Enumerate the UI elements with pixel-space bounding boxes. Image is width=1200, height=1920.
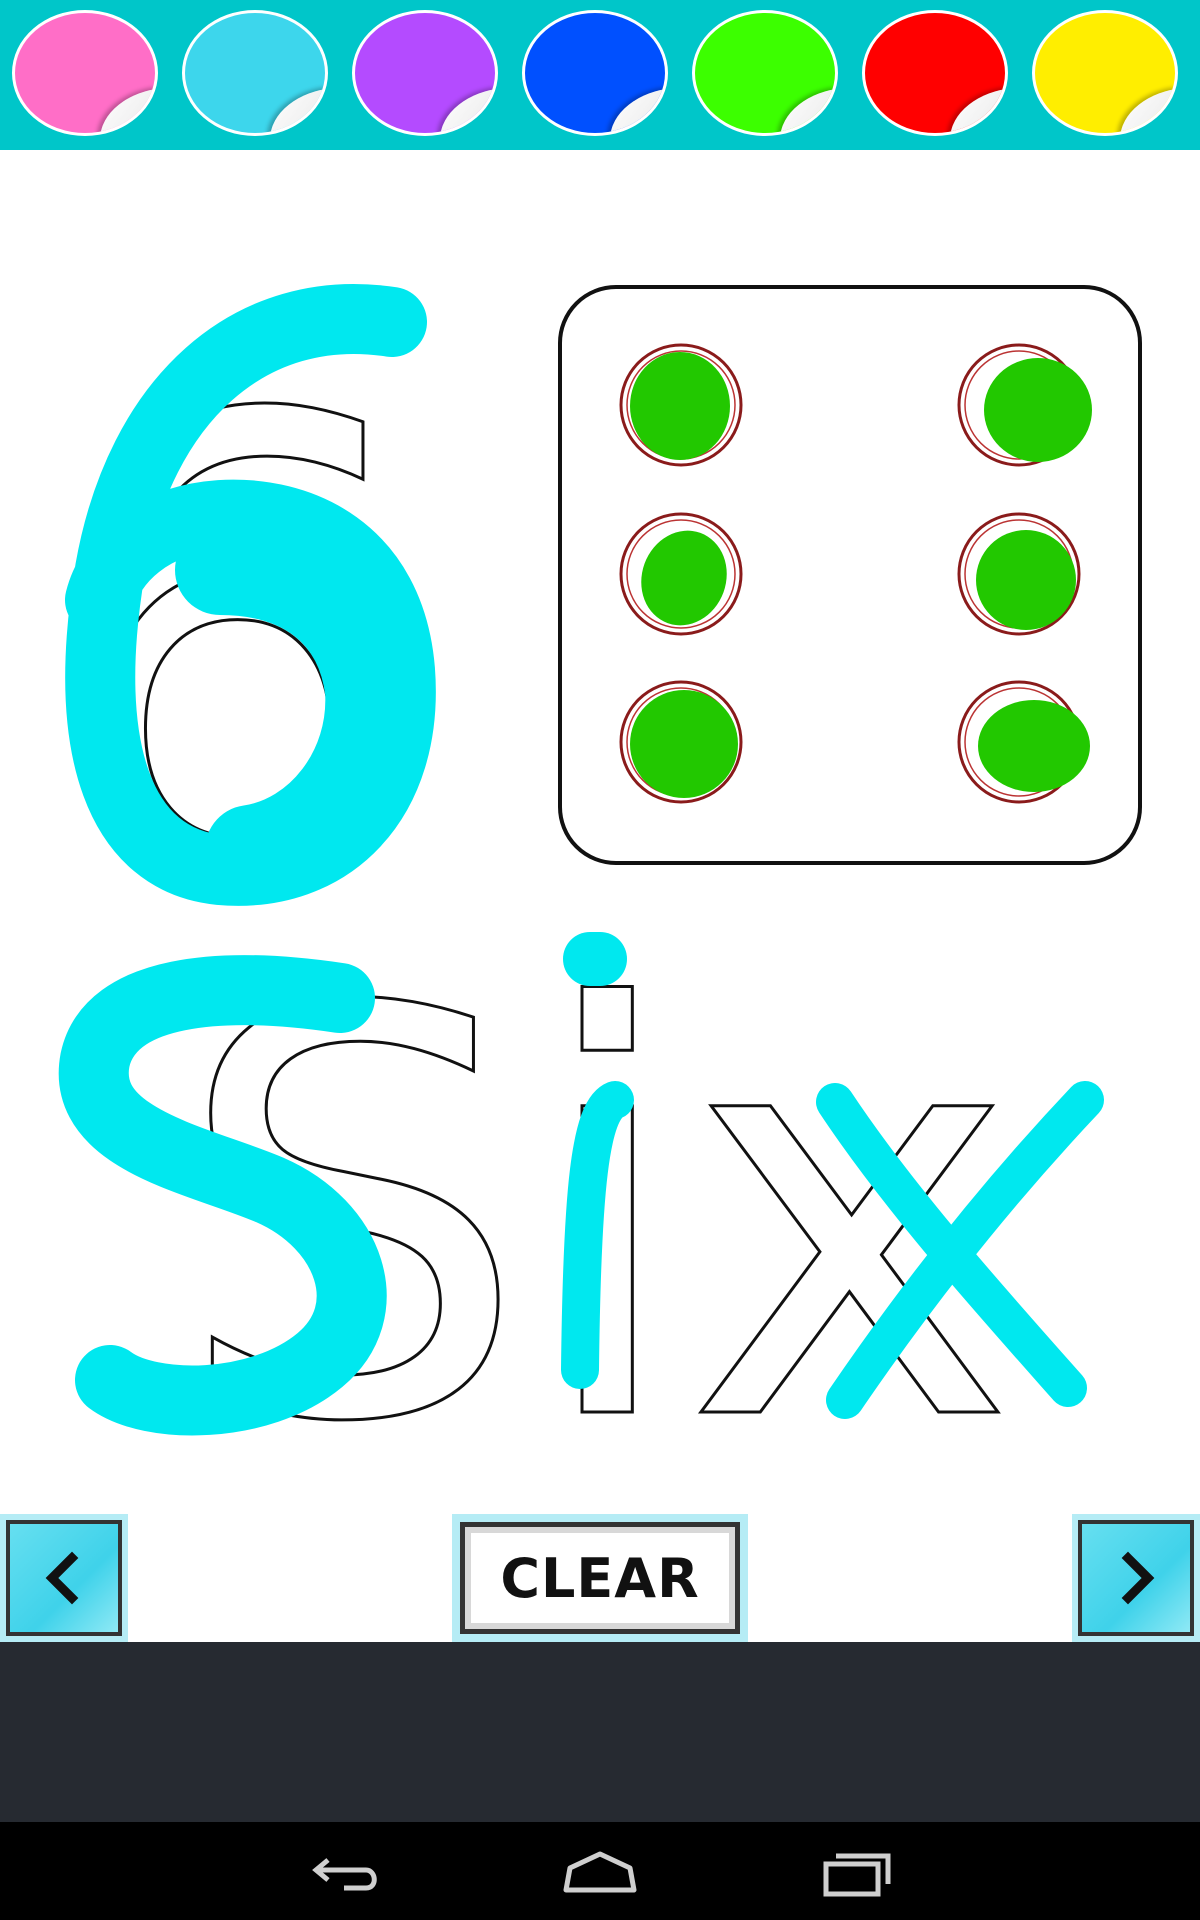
- next-button-face: [1078, 1520, 1194, 1636]
- color-swatch-yellow[interactable]: [1032, 10, 1178, 136]
- dice-dot[interactable]: [957, 512, 1081, 636]
- sticker-curl: [604, 88, 665, 133]
- sticker-curl: [944, 88, 1005, 133]
- recents-button[interactable]: [818, 1844, 898, 1900]
- color-swatch-light-blue[interactable]: [182, 10, 328, 136]
- dice-dot[interactable]: [619, 680, 743, 804]
- previous-button[interactable]: [0, 1514, 128, 1642]
- control-bar: CLEAR: [0, 1514, 1200, 1642]
- sticker-curl: [264, 88, 325, 133]
- sticker-curl: [94, 88, 155, 133]
- home-icon: [563, 1851, 637, 1893]
- clear-button[interactable]: CLEAR: [452, 1514, 748, 1642]
- color-swatch-purple[interactable]: [352, 10, 498, 136]
- sticker-curl: [774, 88, 835, 133]
- back-icon: [312, 1858, 377, 1891]
- color-palette: [0, 0, 1200, 150]
- dice-dot[interactable]: [619, 343, 743, 467]
- system-navigation-bar: [0, 1822, 1200, 1920]
- home-button[interactable]: [560, 1844, 640, 1900]
- color-swatch-pink[interactable]: [12, 10, 158, 136]
- next-button[interactable]: [1072, 1514, 1200, 1642]
- canvas-drawing: 6 Six: [25, 283, 1142, 1514]
- back-button[interactable]: [304, 1844, 384, 1900]
- clear-button-label: CLEAR: [460, 1522, 740, 1634]
- color-swatch-green[interactable]: [692, 10, 838, 136]
- ad-area: [0, 1642, 1200, 1822]
- sticker-curl: [1114, 88, 1175, 133]
- color-swatch-blue[interactable]: [522, 10, 668, 136]
- recents-icon: [823, 1853, 891, 1897]
- drawing-canvas[interactable]: 6 Six: [0, 150, 1200, 1514]
- sticker-curl: [434, 88, 495, 133]
- color-swatch-red[interactable]: [862, 10, 1008, 136]
- previous-button-face: [6, 1520, 122, 1636]
- chevron-right-icon: [1121, 1551, 1155, 1605]
- chevron-left-icon: [45, 1551, 79, 1605]
